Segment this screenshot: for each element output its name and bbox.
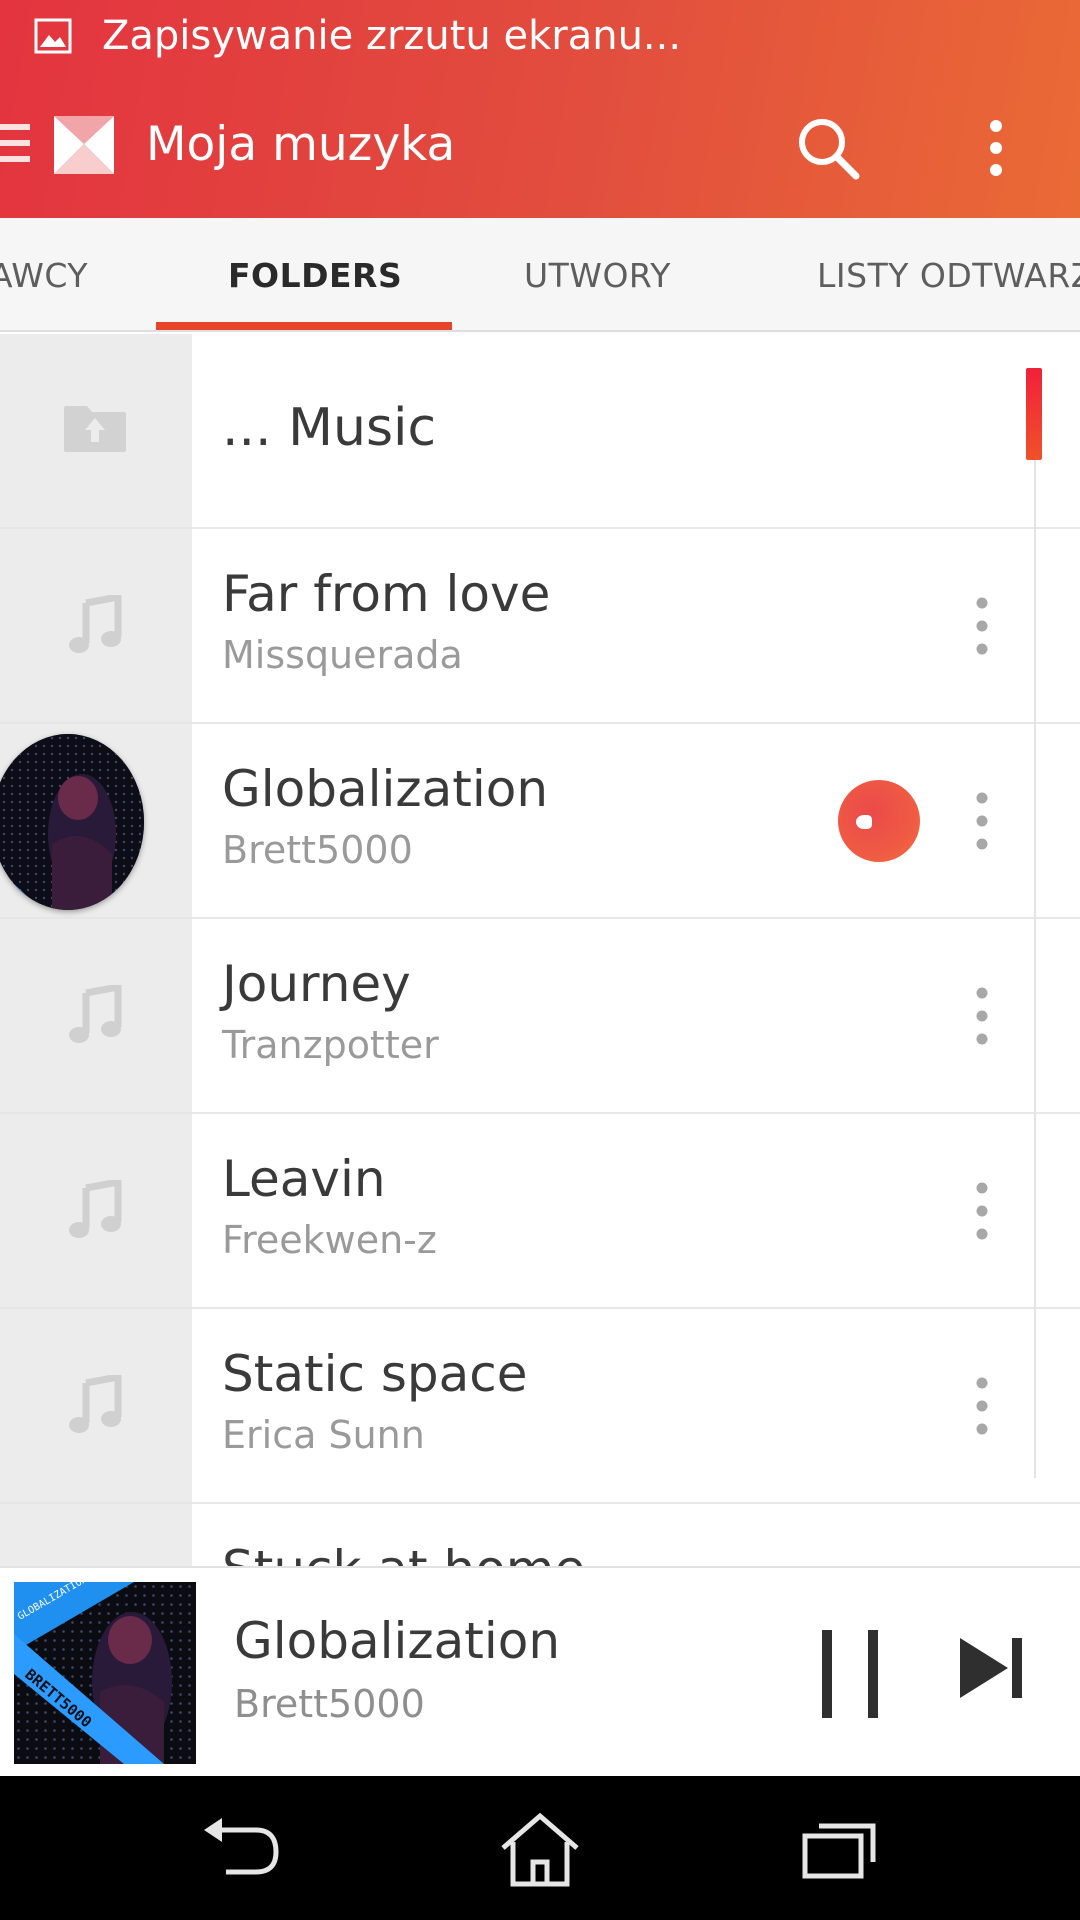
track-artist: Erica Sunn: [222, 1413, 425, 1457]
now-playing-artist[interactable]: Brett5000: [234, 1680, 425, 1728]
list-item[interactable]: Leavin Freekwen-z: [0, 1114, 1080, 1309]
track-title: Journey: [222, 955, 411, 1013]
list-item[interactable]: Static space Erica Sunn: [0, 1309, 1080, 1504]
pause-icon[interactable]: [816, 1626, 884, 1722]
more-vert-icon[interactable]: [958, 593, 1006, 659]
more-vert-icon[interactable]: [966, 112, 1026, 184]
scrollbar-thumb[interactable]: [1026, 368, 1042, 460]
row-thumbnail: [0, 1504, 192, 1566]
music-note-icon: [69, 1180, 122, 1238]
search-icon[interactable]: [792, 112, 864, 184]
tab-artists[interactable]: AWCY: [0, 218, 88, 330]
row-thumbnail: [0, 529, 192, 724]
folder-list[interactable]: ... Music Far from love Missquerada Glob…: [0, 334, 1080, 1566]
more-vert-icon[interactable]: [958, 1373, 1006, 1439]
list-item[interactable]: Journey Tranzpotter: [0, 919, 1080, 1114]
row-text: Far from love Missquerada: [192, 529, 1080, 724]
album-art-image: [0, 734, 144, 910]
list-item-playing[interactable]: Globalization Brett5000: [0, 724, 1080, 919]
tab-bar: AWCY FOLDERS UTWORY LISTY ODTWARZ: [0, 218, 1080, 332]
more-vert-icon[interactable]: [958, 983, 1006, 1049]
now-playing-indicator-mark: [856, 815, 872, 829]
status-notification-text: Zapisywanie zrzutu ekranu...: [102, 13, 682, 59]
app-header: Zapisywanie zrzutu ekranu... Moja muzyka: [0, 0, 1080, 218]
row-text: ... Music: [192, 334, 1080, 529]
folder-up-label: ... Music: [222, 398, 437, 458]
track-title: Stuck at home: [222, 1538, 585, 1566]
row-thumbnail: [0, 724, 192, 919]
now-playing-title[interactable]: Globalization: [234, 1610, 560, 1672]
music-note-icon: [69, 985, 122, 1043]
image-icon: [34, 18, 72, 54]
list-item[interactable]: Stuck at home: [0, 1504, 1080, 1566]
list-item[interactable]: Far from love Missquerada: [0, 529, 1080, 724]
row-thumbnail: [0, 334, 192, 529]
track-artist: Tranzpotter: [222, 1023, 439, 1067]
tab-folders[interactable]: FOLDERS: [228, 218, 402, 330]
track-artist: Brett5000: [222, 828, 413, 872]
back-icon[interactable]: [196, 1810, 286, 1890]
app-logo-icon: [54, 116, 114, 174]
track-title: Static space: [222, 1345, 528, 1403]
track-title: Leavin: [222, 1150, 386, 1208]
folder-up-row[interactable]: ... Music: [0, 334, 1080, 529]
folder-up-icon: [64, 406, 126, 452]
more-vert-icon[interactable]: [958, 788, 1006, 854]
skip-next-icon[interactable]: [956, 1632, 1028, 1704]
active-tab-indicator: [156, 322, 452, 330]
home-icon[interactable]: [495, 1810, 585, 1890]
music-note-icon: [69, 595, 122, 653]
row-thumbnail: [0, 1114, 192, 1309]
now-playing-indicator: [838, 780, 920, 862]
row-text: Journey Tranzpotter: [192, 919, 1080, 1114]
page-title: Moja muzyka: [146, 117, 456, 172]
track-artist: Freekwen-z: [222, 1218, 437, 1262]
hamburger-icon[interactable]: [0, 124, 30, 168]
tab-playlists[interactable]: LISTY ODTWARZ: [817, 218, 1080, 330]
row-thumbnail: [0, 919, 192, 1114]
track-title: Globalization: [222, 760, 549, 818]
more-vert-icon[interactable]: [958, 1178, 1006, 1244]
system-nav-bar: [0, 1776, 1080, 1920]
mini-player[interactable]: GLOBALIZATION BRETT5000 Globalization Br…: [0, 1566, 1080, 1776]
row-text: Stuck at home: [192, 1504, 1080, 1566]
toolbar: Moja muzyka: [0, 72, 1080, 218]
music-note-icon: [69, 1375, 122, 1433]
track-artist: Missquerada: [222, 633, 463, 677]
status-bar: Zapisywanie zrzutu ekranu...: [0, 0, 1080, 72]
row-text: Static space Erica Sunn: [192, 1309, 1080, 1504]
album-art[interactable]: GLOBALIZATION BRETT5000: [14, 1582, 196, 1764]
track-title: Far from love: [222, 565, 551, 623]
scrollbar-track[interactable]: [1034, 370, 1036, 1478]
row-text: Globalization Brett5000: [192, 724, 1080, 919]
album-art-image: GLOBALIZATION BRETT5000: [14, 1582, 196, 1764]
recents-icon[interactable]: [795, 1810, 885, 1890]
album-art-thumbnail: [0, 734, 144, 910]
tab-songs[interactable]: UTWORY: [524, 218, 671, 330]
row-text: Leavin Freekwen-z: [192, 1114, 1080, 1309]
row-thumbnail: [0, 1309, 192, 1504]
